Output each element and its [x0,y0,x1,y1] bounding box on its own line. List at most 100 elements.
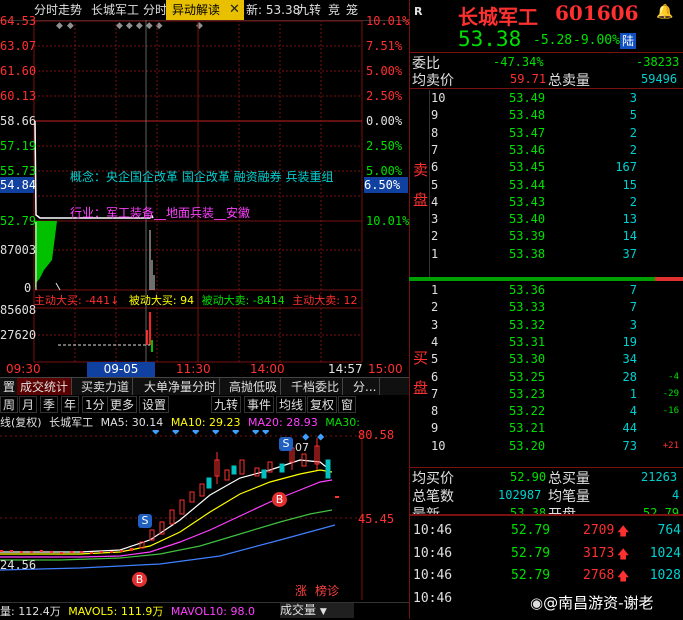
flow-label-1: 85608 [0,303,37,317]
tab-qiandang[interactable]: 千档委比 [288,378,344,396]
price: 53.20 [509,438,546,453]
tick-volume: 2709 [583,523,615,538]
volume: 2 [629,125,637,140]
level: 3 [431,212,439,227]
tab-gaopao[interactable]: 高抛低吸 [226,378,282,396]
event-button[interactable]: 事件 [244,396,275,413]
tab-dadan[interactable]: 大单净量分时 [141,378,221,396]
level: 2 [431,300,439,315]
change: -29 [662,388,679,399]
ask-row[interactable]: 6 53.45 167 [429,159,681,176]
price: 53.30 [509,352,546,367]
ask-row[interactable]: 3 53.40 13 [429,211,681,228]
latest-value: 53.38 [510,506,547,514]
mavol10-label: MAVOL10: 98.0 [170,605,255,618]
fuquan-button[interactable]: 复权 [307,396,338,413]
period-1min[interactable]: 1分 [82,396,108,413]
quote-stock-code: 601606 [555,1,639,25]
tick-right: 764 [657,523,681,538]
kline-stock-name: 长城军工 [49,416,94,429]
zhang-button[interactable]: 涨 [292,584,310,599]
tab-maimai[interactable]: 买卖力道 [78,378,134,396]
tab-more[interactable]: 分... [350,378,381,396]
volume: 34 [622,352,637,367]
watermark: ◉@南昌游资-谢老 [530,592,654,613]
bid-row[interactable]: 5 53.30 34 [429,351,681,368]
bid-row[interactable]: 9 53.21 44 [429,420,681,437]
bid-row[interactable]: 4 53.31 19 [429,334,681,351]
tick-time: 10:46 [413,568,453,583]
volume: 4 [629,404,637,419]
weibo-icon: ◉ [530,594,544,612]
level: 7 [431,142,439,157]
open-label: 开盘 [548,504,576,514]
buy-signal-b2[interactable]: B [132,572,147,587]
ask-row[interactable]: 8 53.47 2 [429,125,681,142]
jiuzhuan-button[interactable]: 九转 [211,396,242,413]
buy-signal-b1[interactable]: B [272,492,287,507]
tick-price: 52.79 [511,568,551,583]
level: 5 [431,177,439,192]
tab-chengjiao[interactable]: 成交统计 [17,378,73,396]
change: -16 [662,406,679,417]
level: 7 [431,386,439,401]
period-quarter[interactable]: 季 [40,396,59,413]
time-axis-1400: 14:00 [250,362,285,376]
price: 53.38 [509,246,546,261]
level: 4 [431,194,439,209]
pct-label-7: 5.00% [366,164,403,178]
price-label-4: 60.13 [0,89,37,103]
price: 53.46 [509,142,546,157]
change: -4 [668,371,679,382]
vol-label-1: 87003 [0,243,37,257]
pct-label-4: 2.50% [366,89,403,103]
bid-row[interactable]: 1 53.36 7 [429,282,681,299]
ask-row[interactable]: 4 53.43 2 [429,194,681,211]
level: 3 [431,317,439,332]
bell-icon[interactable]: 🔔 [656,4,673,20]
sell-signal-s2[interactable]: S [279,437,293,451]
level: 8 [431,125,439,140]
more-button[interactable]: 更多 [107,396,138,413]
price-label-7: 55.73 [0,164,37,178]
quote-change: -5.28 [533,33,573,48]
ask-row[interactable]: 10 53.49 3 [429,90,681,107]
volume: 5 [629,108,637,123]
ask-row[interactable]: 2 53.39 14 [429,228,681,245]
kline-annotation: 07 [295,441,309,454]
ask-row[interactable]: 5 53.44 15 [429,177,681,194]
bid-row[interactable]: 2 53.33 7 [429,299,681,316]
ask-row[interactable]: 1 53.38 37 [429,246,681,263]
bid-row[interactable]: 10 53.20 73 +21 [429,438,681,455]
level: 10 [431,438,446,453]
industry-note: 行业：军工装备__地面兵装__安徽 [70,206,251,220]
period-week[interactable]: 周 [0,396,19,413]
price-label-5: 58.66 [0,114,37,128]
volume: 7 [629,300,637,315]
ask-row[interactable]: 7 53.46 2 [429,142,681,159]
bid-row[interactable]: 8 53.22 4 -16 [429,403,681,420]
bangzhen-button[interactable]: 榜诊 [312,584,342,599]
pct-label-9: 10.01% [366,214,410,228]
ma20-label: MA20: 28.93 [248,416,318,429]
bid-row[interactable]: 3 53.32 3 [429,317,681,334]
ma-button[interactable]: 均线 [276,396,307,413]
time-axis-1457: 14:57 [328,362,363,376]
settings-button[interactable]: 设置 [139,396,170,413]
sell-signal-s1[interactable]: S [138,514,152,528]
period-month[interactable]: 月 [19,396,38,413]
period-year[interactable]: 年 [61,396,80,413]
bid-row[interactable]: 6 53.25 28 -4 [429,369,681,386]
bid-row[interactable]: 7 53.23 1 -29 [429,386,681,403]
price: 53.25 [509,369,546,384]
ask-row[interactable]: 9 53.48 5 [429,107,681,124]
volume: 37 [622,246,637,261]
price-label-9: 52.79 [0,214,37,228]
price: 53.45 [509,160,546,175]
volume-selector[interactable]: 成交量 ▼ [280,603,354,618]
window-button[interactable]: 窗 [338,396,357,413]
volume: 15 [622,177,637,192]
price: 53.32 [509,317,546,332]
price: 53.33 [509,300,546,315]
total-buy-value: 21263 [641,470,678,484]
